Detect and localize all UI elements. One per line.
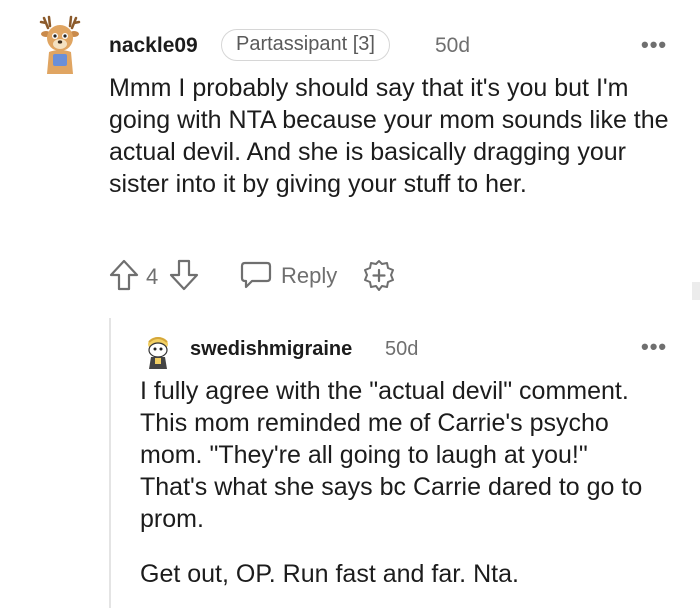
reply-label: Reply (281, 263, 338, 288)
reply-button[interactable]: Reply (240, 259, 350, 293)
reply-body-paragraph-2: Get out, OP. Run fast and far. Nta. (140, 560, 519, 588)
deer-avatar-icon (39, 15, 81, 74)
comment-username[interactable]: nackle09 (109, 34, 198, 58)
more-options-button[interactable]: ••• (641, 32, 667, 58)
avatar[interactable] (38, 14, 82, 76)
upvote-button[interactable] (108, 258, 140, 292)
user-flair: Partassipant [3] (221, 29, 390, 61)
arrow-up-icon (109, 259, 139, 291)
arrow-down-icon (169, 259, 199, 291)
comment-age: 50d (435, 34, 471, 57)
plus-circle-icon (364, 260, 394, 291)
scroll-indicator (692, 282, 700, 300)
reply-age: 50d (385, 338, 419, 360)
award-button[interactable] (362, 259, 396, 293)
reply-username[interactable]: swedishmigraine (190, 338, 352, 361)
snoo-avatar-icon (148, 337, 168, 369)
chat-bubble-icon (240, 261, 272, 289)
downvote-button[interactable] (168, 258, 200, 292)
comment-body: Mmm I probably should say that it's you … (109, 74, 669, 198)
vote-count: 4 (146, 264, 159, 289)
reply-avatar[interactable] (140, 334, 176, 370)
thread-line[interactable] (109, 318, 111, 608)
reply-more-options-button[interactable]: ••• (641, 334, 667, 360)
reply-body-paragraph-1: I fully agree with the "actual devil" co… (140, 377, 643, 533)
